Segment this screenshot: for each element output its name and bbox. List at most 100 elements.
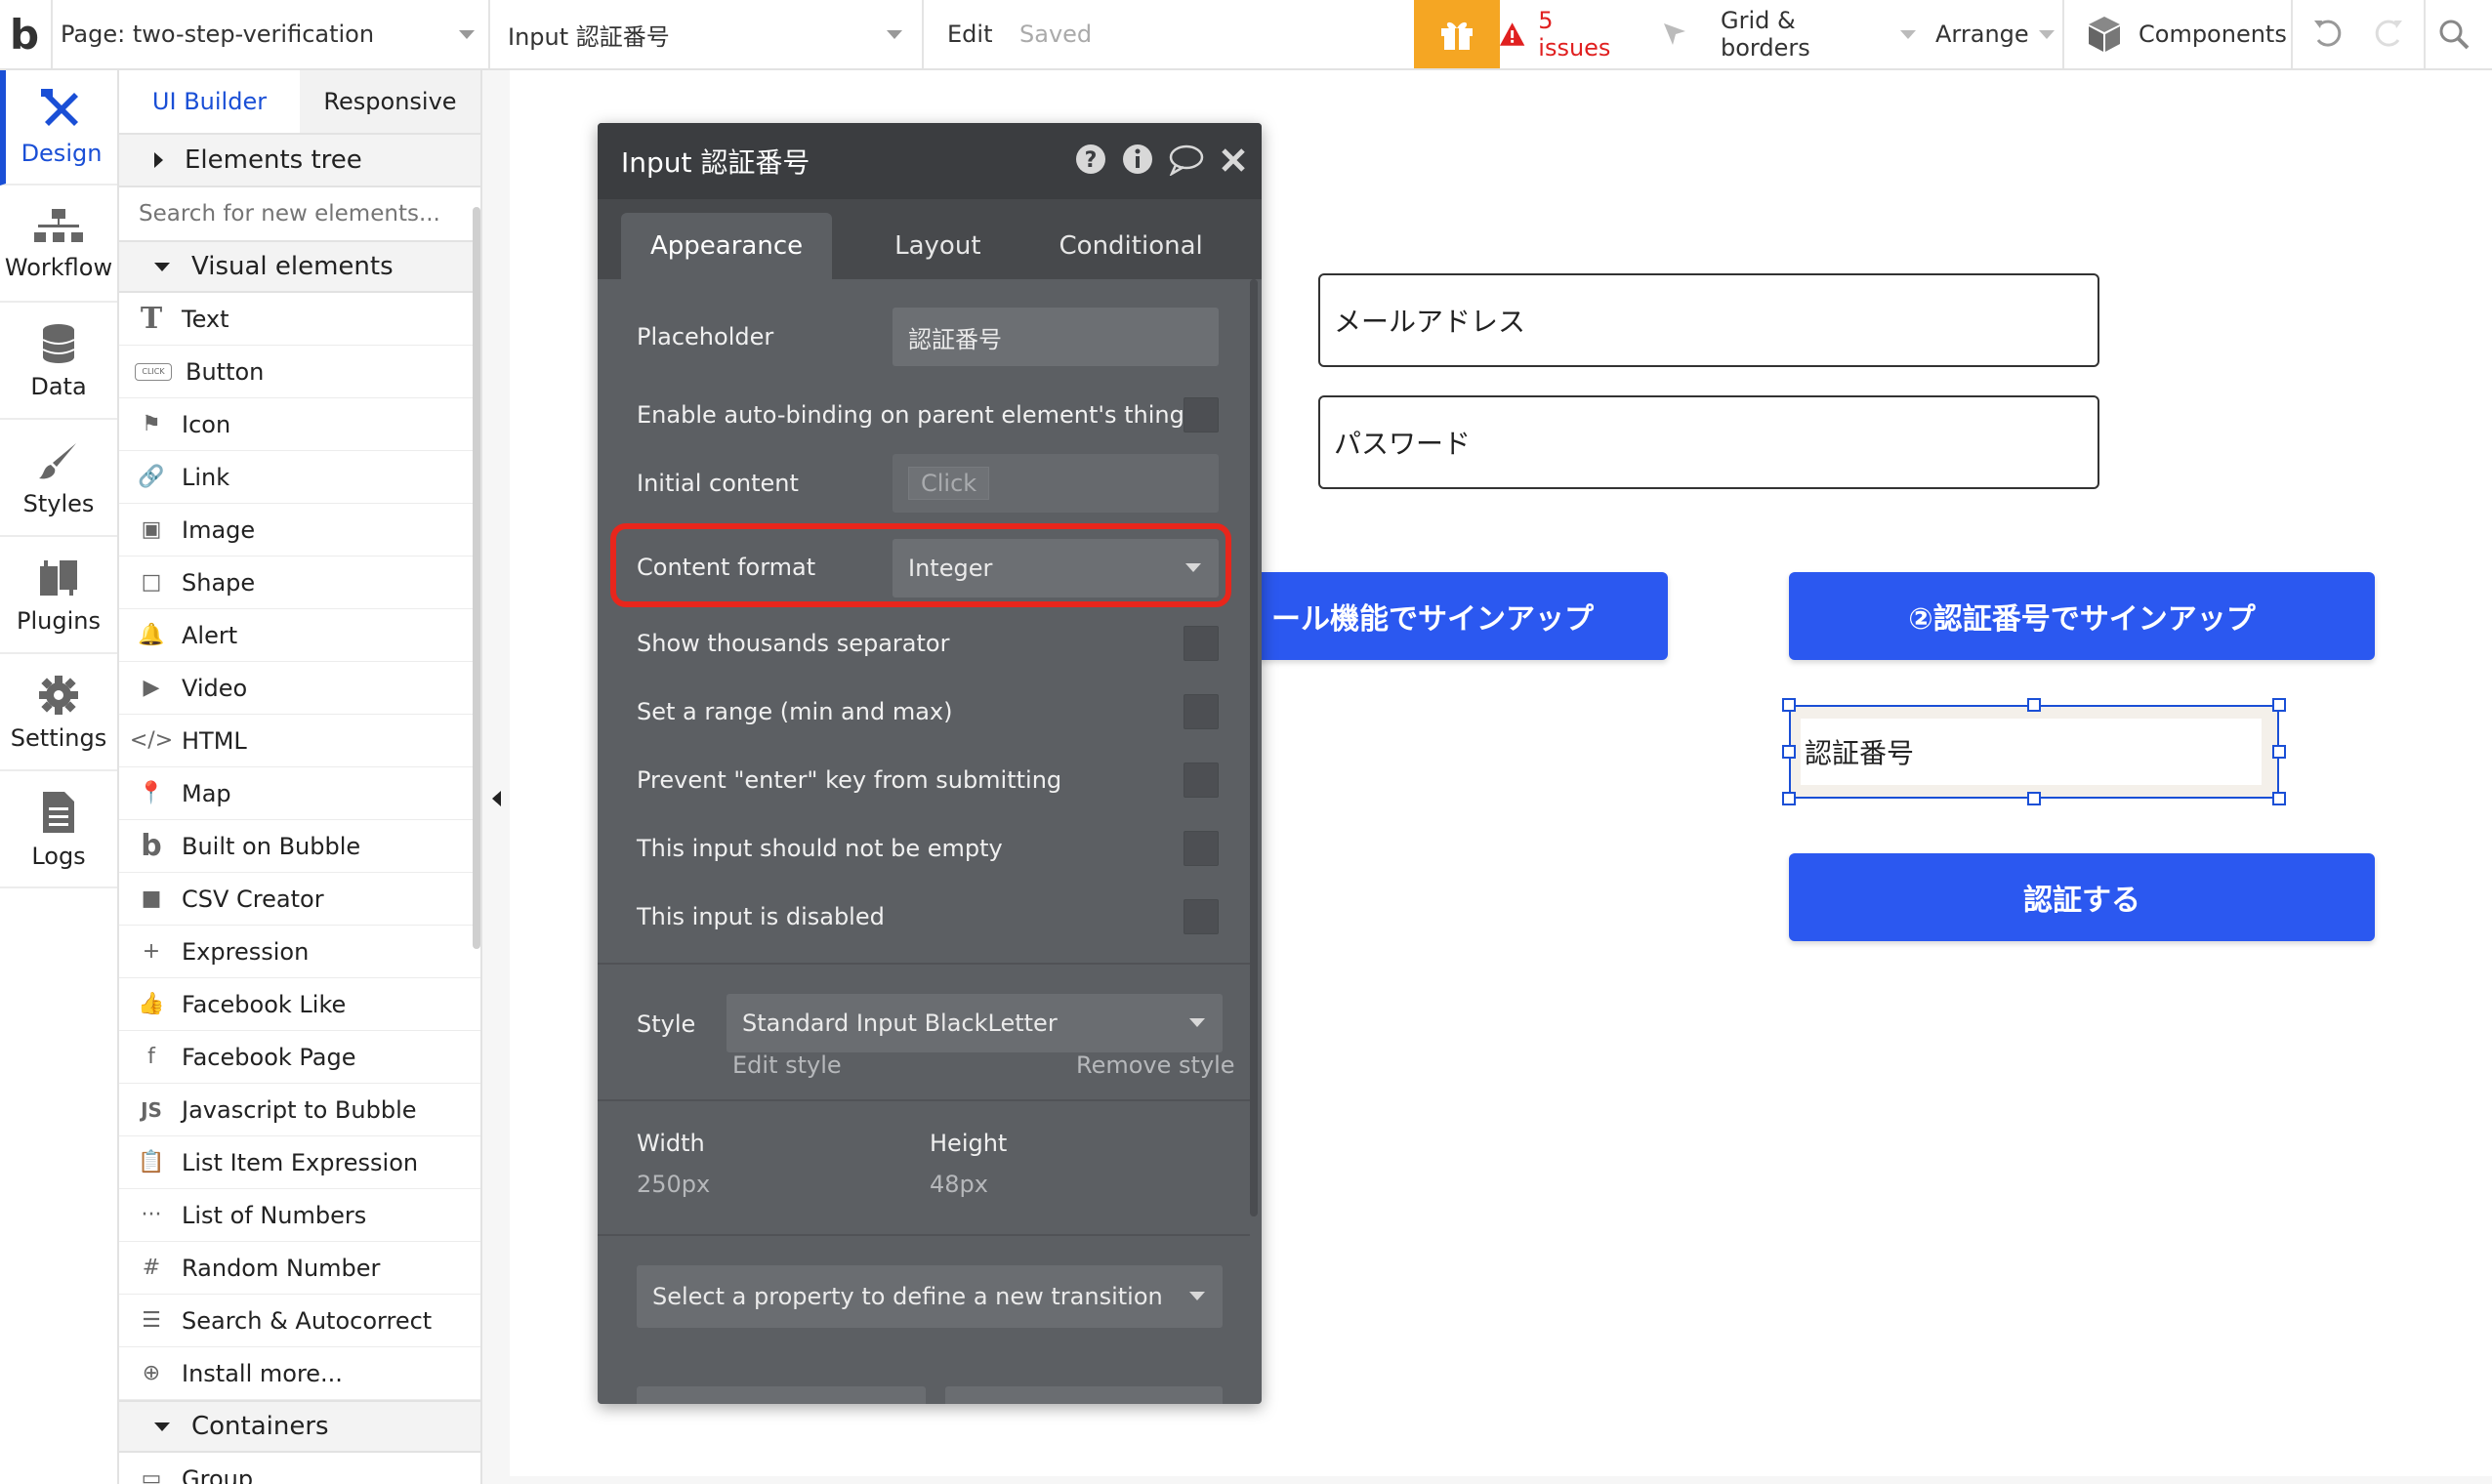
info-icon[interactable] [1121, 143, 1154, 176]
palette-item-list-item-expression[interactable]: 📋 List Item Expression [119, 1136, 480, 1189]
not-empty-checkbox[interactable] [1184, 831, 1219, 866]
resize-handle[interactable] [2272, 792, 2286, 805]
element-search-input[interactable] [119, 187, 480, 240]
tab-layout[interactable]: Layout [865, 213, 1010, 279]
rail-label-styles: Styles [22, 490, 95, 517]
palette-item-map[interactable]: 📍 Map [119, 767, 480, 820]
page-selector[interactable]: Page: two-step-verification [61, 0, 484, 68]
arrow-cursor-icon[interactable] [1660, 0, 1695, 68]
hidden-field-right[interactable] [945, 1386, 1223, 1404]
resize-handle[interactable] [2027, 792, 2041, 805]
resize-handle[interactable] [1782, 745, 1796, 759]
rail-item-plugins[interactable]: Plugins [0, 539, 117, 654]
disabled-checkbox[interactable] [1184, 899, 1219, 934]
rail-item-workflow[interactable]: Workflow [0, 187, 117, 303]
palette-item-label: List Item Expression [182, 1148, 419, 1176]
palette-item-shape[interactable]: □ Shape [119, 556, 480, 609]
rail-item-settings[interactable]: Settings [0, 656, 117, 771]
rail-item-design[interactable]: Design [0, 70, 117, 186]
palette-item-install-more[interactable]: ⊕ Install more... [119, 1347, 480, 1400]
search-button[interactable] [2437, 0, 2480, 68]
elements-tree-toggle[interactable]: Elements tree [119, 135, 480, 187]
collapse-palette-handle[interactable] [482, 771, 510, 826]
transition-placeholder: Select a property to define a new transi… [652, 1283, 1163, 1310]
resize-handle[interactable] [1782, 698, 1796, 712]
canvas-password-input[interactable]: パスワード [1318, 395, 2099, 489]
palette-item-list-of-numbers[interactable]: ··· List of Numbers [119, 1189, 480, 1242]
transition-dropdown[interactable]: Select a property to define a new transi… [637, 1265, 1223, 1328]
bubble-logo-icon[interactable]: b [10, 0, 53, 68]
comment-icon[interactable] [1168, 143, 1205, 176]
autobinding-checkbox[interactable] [1184, 397, 1219, 433]
hidden-field-left[interactable] [637, 1386, 926, 1404]
palette-item-expression[interactable]: + Expression [119, 926, 480, 978]
canvas-code-signup-button[interactable]: ②認証番号でサインアップ [1789, 572, 2375, 660]
remove-style-link[interactable]: Remove style [1076, 1051, 1235, 1079]
palette-item-search-autocorrect[interactable]: ☰ Search & Autocorrect [119, 1295, 480, 1347]
palette-item-image[interactable]: ▣ Image [119, 504, 480, 556]
tab-appearance[interactable]: Appearance [621, 213, 833, 279]
thousands-separator-checkbox[interactable] [1184, 626, 1219, 661]
height-value[interactable]: 48px [930, 1171, 988, 1198]
palette-item-javascript-to-bubble[interactable]: JS Javascript to Bubble [119, 1084, 480, 1136]
not-empty-row: This input should not be empty [598, 814, 1250, 883]
palette-item-text[interactable]: T Text [119, 293, 480, 346]
palette-item-alert[interactable]: 🔔 Alert [119, 609, 480, 662]
rail-item-styles[interactable]: Styles [0, 422, 117, 537]
width-value[interactable]: 250px [637, 1171, 710, 1198]
initial-content-input[interactable]: Click [893, 454, 1219, 513]
palette-item-facebook-page[interactable]: f Facebook Page [119, 1031, 480, 1084]
close-icon[interactable] [1219, 143, 1248, 176]
prevent-enter-checkbox[interactable] [1184, 763, 1219, 798]
resize-handle[interactable] [2272, 698, 2286, 712]
palette-item-facebook-like[interactable]: 👍 Facebook Like [119, 978, 480, 1031]
tab-ui-builder[interactable]: UI Builder [119, 70, 300, 133]
palette-scrollbar[interactable] [473, 207, 480, 949]
palette-item-html[interactable]: </> HTML [119, 715, 480, 767]
editor-header[interactable]: Input 認証番号 ? [598, 123, 1262, 199]
canvas-email-signup-button[interactable]: ール機能でサインアップ [1250, 572, 1668, 660]
redo-button[interactable] [2371, 0, 2414, 68]
palette-item-group[interactable]: ▭ Group [119, 1453, 480, 1484]
arrange-menu[interactable]: Arrange [1935, 0, 2055, 68]
editor-scrollbar[interactable] [1250, 279, 1258, 1216]
range-checkbox[interactable] [1184, 694, 1219, 729]
components-button[interactable]: Components [2086, 0, 2291, 68]
palette-item-random-number[interactable]: # Random Number [119, 1242, 480, 1295]
resize-handle[interactable] [2027, 698, 2041, 712]
initial-content-click-chip[interactable]: Click [908, 467, 990, 500]
edit-menu[interactable]: Edit [947, 0, 992, 68]
canvas-email-input[interactable]: メールアドレス [1318, 273, 2099, 367]
palette-item-built-on-bubble[interactable]: b Built on Bubble [119, 820, 480, 873]
whats-new-button[interactable] [1414, 0, 1500, 68]
tab-conditional[interactable]: Conditional [1030, 213, 1232, 279]
palette-item-video[interactable]: ▶ Video [119, 662, 480, 715]
visual-elements-toggle[interactable]: Visual elements [119, 240, 480, 293]
resize-handle[interactable] [1782, 792, 1796, 805]
flag-icon: ⚑ [142, 412, 161, 436]
issues-indicator[interactable]: 5 issues [1494, 0, 1631, 68]
edit-style-link[interactable]: Edit style [732, 1051, 842, 1079]
rail-item-logs[interactable]: Logs [0, 773, 117, 888]
chevron-down-icon [1900, 29, 1916, 39]
style-actions-row: Edit style Remove style [598, 1041, 1250, 1090]
resize-handle[interactable] [2272, 745, 2286, 759]
palette-item-link[interactable]: 🔗 Link [119, 451, 480, 504]
canvas-verify-button[interactable]: 認証する [1789, 853, 2375, 941]
palette-item-button[interactable]: CLICK Button [119, 346, 480, 398]
autobinding-row: Enable auto-binding on parent element's … [598, 381, 1250, 449]
undo-button[interactable] [2310, 0, 2353, 68]
element-selector[interactable]: Input 認証番号 [508, 0, 918, 68]
help-icon[interactable]: ? [1074, 143, 1107, 176]
selected-code-input[interactable]: 認証番号 [1789, 705, 2279, 799]
code-input-field[interactable]: 認証番号 [1801, 719, 2262, 785]
tab-responsive[interactable]: Responsive [300, 70, 480, 133]
rail-item-data[interactable]: Data [0, 305, 117, 420]
grid-borders-menu[interactable]: Grid & borders [1721, 0, 1916, 68]
placeholder-input[interactable]: 認証番号 [893, 308, 1219, 366]
palette-item-csv-creator[interactable]: ■ CSV Creator [119, 873, 480, 926]
palette-item-icon[interactable]: ⚑ Icon [119, 398, 480, 451]
button-icon: CLICK [135, 362, 172, 381]
editor-header-icons: ? [1074, 143, 1248, 176]
containers-toggle[interactable]: Containers [119, 1400, 480, 1453]
